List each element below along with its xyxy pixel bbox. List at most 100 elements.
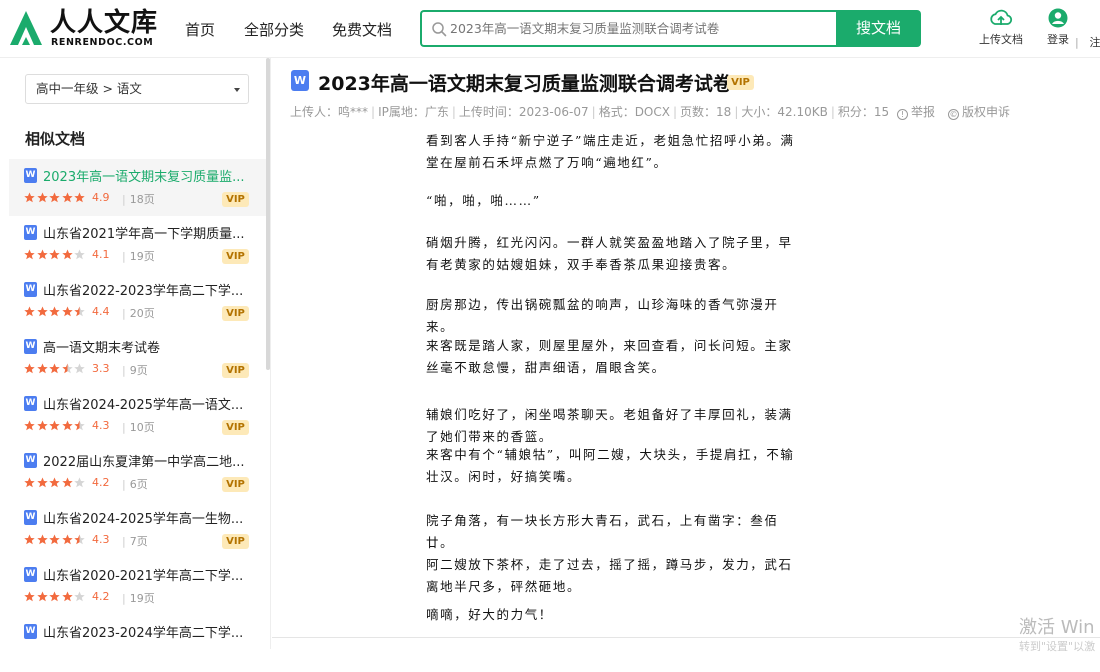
meta-ip: IP属地：广东: [378, 105, 449, 119]
copyright-label: 版权申诉: [962, 105, 1010, 119]
word-doc-icon: W: [24, 510, 37, 525]
similar-doc-name[interactable]: 高一语文期末考试卷: [43, 337, 160, 356]
doc-paragraph: 辅娘们吃好了，闲坐喝茶聊天。老姐备好了丰厚回礼，装满了她们带来的香篮。: [426, 404, 804, 448]
vip-badge: VIP: [222, 477, 249, 492]
similar-doc-name[interactable]: 山东省2023-2024学年高二下学...: [43, 622, 243, 641]
search-input[interactable]: [450, 12, 830, 45]
page-count: 19页: [122, 248, 155, 264]
word-doc-icon: W: [24, 225, 37, 240]
viewer-bottom-border: [272, 637, 1100, 638]
star-icon: [37, 306, 48, 317]
star-icon: [49, 591, 60, 602]
similar-doc-item[interactable]: W 山东省2024-2025学年高一生物... 4.3 7页 VIP: [9, 501, 267, 558]
meta-size: 大小：42.10KB: [741, 105, 827, 119]
rating-stars: [24, 420, 87, 432]
star-icon: [62, 192, 73, 203]
similar-doc-item[interactable]: W高一语文期末考试卷3.39页VIP: [9, 330, 267, 387]
similar-doc-item[interactable]: W山东省2020-2021学年高二下学...4.219页: [9, 558, 267, 615]
star-icon: [49, 249, 60, 260]
upload-doc-button[interactable]: 上传文档: [976, 8, 1026, 47]
similar-doc-item[interactable]: W山东省2024-2025学年高一语文...4.310页VIP: [9, 387, 267, 444]
search-box: [420, 10, 836, 47]
logo-title: 人人文库: [50, 9, 158, 37]
doc-paragraph: 看到客人手持“新宁逆子”端庄走近，老姐急忙招呼小弟。满堂在屋前石禾坪点燃了万响“…: [426, 130, 804, 174]
rating-stars: [24, 477, 87, 489]
page-count: 7页: [122, 533, 148, 549]
vip-badge: VIP: [222, 534, 249, 549]
rating-stars: [24, 192, 87, 204]
star-icon: [74, 591, 85, 602]
similar-doc-name[interactable]: 山东省2021学年高一下学期质量...: [43, 223, 244, 242]
page-count: 19页: [122, 590, 155, 606]
similar-docs-title: 相似文档: [25, 128, 85, 149]
login-label: 登录: [1047, 33, 1069, 46]
site-logo[interactable]: 人人文库 RENRENDOC.COM: [8, 9, 158, 49]
meta-points: 积分：15: [838, 105, 889, 119]
meta-pages: 页数：18: [680, 105, 731, 119]
nav-categories[interactable]: 全部分类: [244, 19, 304, 40]
star-icon: [24, 591, 35, 602]
similar-doc-name[interactable]: 山东省2022-2023学年高二下学...: [43, 280, 243, 299]
star-icon: [74, 477, 85, 488]
star-icon: [24, 192, 35, 203]
star-icon: [74, 192, 85, 203]
word-doc-icon: W: [24, 282, 37, 297]
similar-doc-item[interactable]: W山东省2022-2023学年高二下学...4.420页VIP: [9, 273, 267, 330]
meta-uploader: 上传人：鸣***: [290, 105, 368, 119]
activation-watermark: 激活 Win: [1019, 613, 1095, 639]
similar-doc-name[interactable]: 山东省2020-2021学年高二下学...: [43, 565, 243, 584]
search-button[interactable]: 搜文档: [836, 10, 921, 47]
category-select[interactable]: 高中一年级 > 语文: [25, 74, 249, 104]
star-icon: [62, 534, 73, 545]
star-icon: [37, 363, 48, 374]
similar-doc-item[interactable]: W2022届山东夏津第一中学高二地...4.26页VIP: [9, 444, 267, 501]
word-doc-icon: W: [24, 168, 37, 183]
copyright-button[interactable]: ©版权申诉: [948, 103, 1010, 120]
star-icon: [74, 249, 85, 260]
chevron-down-icon: [234, 88, 240, 92]
login-button[interactable]: 登录: [1045, 8, 1071, 47]
rating-score: 4.1: [92, 248, 110, 261]
rating-score: 4.4: [92, 305, 110, 318]
warning-icon: !: [897, 109, 908, 120]
page-count: 10页: [122, 419, 155, 435]
rating-stars: [24, 249, 87, 261]
star-icon: [37, 249, 48, 260]
nav-free-docs[interactable]: 免费文档: [332, 19, 392, 40]
similar-doc-item[interactable]: W山东省2021学年高一下学期质量...4.119页VIP: [9, 216, 267, 273]
vip-badge: VIP: [222, 363, 249, 378]
logo-subtitle: RENRENDOC.COM: [51, 37, 153, 48]
doc-paragraph: 厨房那边，传出锅碗瓢盆的响声，山珍海味的香气弥漫开来。: [426, 294, 804, 338]
page-count: 6页: [122, 476, 148, 492]
doc-paragraph: 硝烟升腾，红光闪闪。一群人就笑盈盈地踏入了院子里，早有老黄家的姑嫂姐妹，双手奉香…: [426, 232, 804, 276]
nav-home[interactable]: 首页: [185, 19, 215, 40]
star-icon: [49, 306, 60, 317]
doc-paragraph: 来客中有个“辅娘牯”，叫阿二嫂，大块头，手提肩扛，不输壮汉。闲时，好搞笑嘴。: [426, 444, 804, 488]
similar-doc-name[interactable]: 2022届山东夏津第一中学高二地...: [43, 451, 244, 470]
register-button[interactable]: 注: [1085, 34, 1100, 50]
rating-score: 4.9: [92, 191, 110, 204]
report-button[interactable]: !举报: [897, 103, 935, 120]
star-icon: [49, 192, 60, 203]
similar-doc-item[interactable]: W2023年高一语文期末复习质量监...4.918页VIP: [9, 159, 267, 216]
user-icon: [1048, 8, 1068, 28]
word-doc-icon: W: [24, 624, 37, 639]
rating-stars: [24, 306, 87, 318]
logo-mark-icon: [8, 9, 44, 47]
star-icon: [74, 306, 85, 317]
report-label: 举报: [911, 105, 935, 119]
star-icon: [24, 249, 35, 260]
star-icon: [62, 249, 73, 260]
page-count: 18页: [122, 191, 155, 207]
rating-stars: [24, 363, 87, 375]
star-icon: [24, 477, 35, 488]
similar-doc-name[interactable]: 2023年高一语文期末复习质量监...: [43, 166, 244, 185]
similar-doc-name[interactable]: 山东省2024-2025学年高一语文...: [43, 394, 243, 413]
document-viewer[interactable]: 看到客人手持“新宁逆子”端庄走近，老姐急忙招呼小弟。满堂在屋前石禾坪点燃了万响“…: [272, 124, 1100, 638]
star-icon: [62, 363, 73, 374]
similar-doc-name[interactable]: 山东省2024-2025学年高一生物...: [43, 508, 243, 527]
rating-score: 4.3: [92, 533, 110, 546]
similar-doc-item[interactable]: W 山东省2023-2024学年高二下学...: [9, 615, 267, 672]
rating-score: 4.2: [92, 476, 110, 489]
sidebar: 高中一年级 > 语文 相似文档 W 2023年高一语文期末复习质量监... 4.9 1…: [9, 58, 267, 649]
